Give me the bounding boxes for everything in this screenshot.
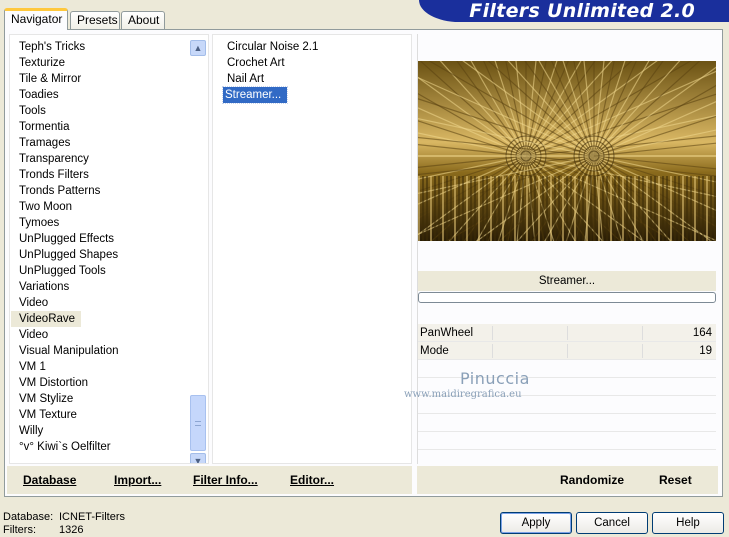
category-items: Teph's Tricks Texturize Tile & Mirror Toadi… (11, 39, 191, 455)
category-item[interactable]: Tronds Patterns (11, 183, 191, 199)
apply-button[interactable]: Apply (500, 512, 572, 534)
param-value: 19 (699, 345, 712, 357)
progress-bar (418, 292, 716, 303)
category-item[interactable]: UnPlugged Shapes (11, 247, 191, 263)
slider-tick (492, 326, 493, 340)
navigator-panel: Teph's Tricks Texturize Tile & Mirror Toadi… (4, 0, 729, 497)
filter-item[interactable]: Nail Art (223, 71, 318, 87)
app-title-banner: Filters Unlimited 2.0 (419, 0, 729, 22)
category-item[interactable]: Video (11, 295, 191, 311)
category-item[interactable]: Willy (11, 423, 191, 439)
slider-tick (642, 344, 643, 358)
tab-navigator[interactable]: Navigator (4, 8, 68, 30)
category-scrollbar[interactable]: ▲ ▼ (190, 37, 206, 463)
tab-presets[interactable]: Presets (70, 11, 120, 30)
database-button[interactable]: Database (23, 466, 76, 494)
status-filters-label: Filters: (3, 524, 36, 536)
editor-button[interactable]: Editor... (290, 466, 334, 494)
right-button-bar: Randomize Reset (417, 466, 718, 494)
category-item[interactable]: Texturize (11, 55, 191, 71)
category-item[interactable]: VideoRave (11, 311, 82, 327)
watermark-name: Pinuccia (460, 369, 530, 388)
category-item[interactable]: Two Moon (11, 199, 191, 215)
category-list[interactable]: Teph's Tricks Texturize Tile & Mirror Toadi… (9, 34, 209, 464)
param-name: Mode (420, 345, 449, 357)
preview-render (266, 0, 729, 416)
filter-items: Circular Noise 2.1 Crochet Art Nail Art Str… (215, 39, 318, 104)
param-row-empty (418, 414, 716, 432)
category-item[interactable]: Transparency (11, 151, 191, 167)
filter-preview-image (266, 0, 729, 416)
status-database-value: ICNET-Filters (59, 511, 125, 523)
filter-list[interactable]: Circular Noise 2.1 Crochet Art Nail Art Str… (212, 34, 412, 464)
help-button[interactable]: Help (652, 512, 724, 534)
status-database-label: Database: (3, 511, 54, 523)
slider-tick (642, 326, 643, 340)
filter-item[interactable]: Streamer... (221, 86, 289, 104)
param-row-empty (418, 432, 716, 450)
category-item[interactable]: UnPlugged Tools (11, 263, 191, 279)
category-item[interactable]: Tormentia (11, 119, 191, 135)
status-filters-value: 1326 (59, 524, 84, 536)
category-item[interactable]: Tile & Mirror (11, 71, 191, 87)
category-item[interactable]: Tymoes (11, 215, 191, 231)
category-item[interactable]: Video (11, 327, 191, 343)
filter-item[interactable]: Circular Noise 2.1 (223, 39, 318, 55)
param-row-panwheel[interactable]: PanWheel 164 (418, 324, 716, 342)
category-item[interactable]: VM Stylize (11, 391, 191, 407)
watermark-url: www.maidiregrafica.eu (404, 389, 522, 400)
param-value: 164 (692, 327, 712, 339)
category-item[interactable]: Tools (11, 103, 191, 119)
category-item[interactable]: VM 1 (11, 359, 191, 375)
param-name: PanWheel (420, 327, 474, 339)
grip-icon (195, 421, 201, 426)
filter-name-label: Streamer... (418, 271, 716, 291)
category-item[interactable]: Visual Manipulation (11, 343, 191, 359)
category-item[interactable]: Teph's Tricks (11, 39, 191, 55)
status-area: Database: ICNET-Filters Filters: 1326 (3, 511, 125, 537)
reset-button[interactable]: Reset (659, 466, 692, 494)
left-button-bar: Database Import... Filter Info... Editor… (7, 466, 412, 494)
scroll-up-button[interactable]: ▲ (190, 40, 206, 56)
slider-tick (492, 344, 493, 358)
param-row-mode[interactable]: Mode 19 (418, 342, 716, 360)
category-item[interactable]: VM Texture (11, 407, 191, 423)
randomize-button[interactable]: Randomize (560, 466, 624, 494)
category-item[interactable]: Tronds Filters (11, 167, 191, 183)
category-item[interactable]: Variations (11, 279, 191, 295)
category-item[interactable]: Toadies (11, 87, 191, 103)
category-item[interactable]: VM Distortion (11, 375, 191, 391)
category-item[interactable]: Tramages (11, 135, 191, 151)
slider-tick (567, 326, 568, 340)
scroll-down-button[interactable]: ▼ (190, 453, 206, 463)
filter-item[interactable]: Crochet Art (223, 55, 318, 71)
tab-about[interactable]: About (121, 11, 165, 30)
category-item[interactable]: °v° Kiwi`s Oelfilter (11, 439, 191, 455)
filter-info-button[interactable]: Filter Info... (193, 466, 258, 494)
cancel-button[interactable]: Cancel (576, 512, 648, 534)
category-item[interactable]: UnPlugged Effects (11, 231, 191, 247)
slider-tick (567, 344, 568, 358)
scroll-thumb[interactable] (190, 395, 206, 451)
import-button[interactable]: Import... (114, 466, 161, 494)
